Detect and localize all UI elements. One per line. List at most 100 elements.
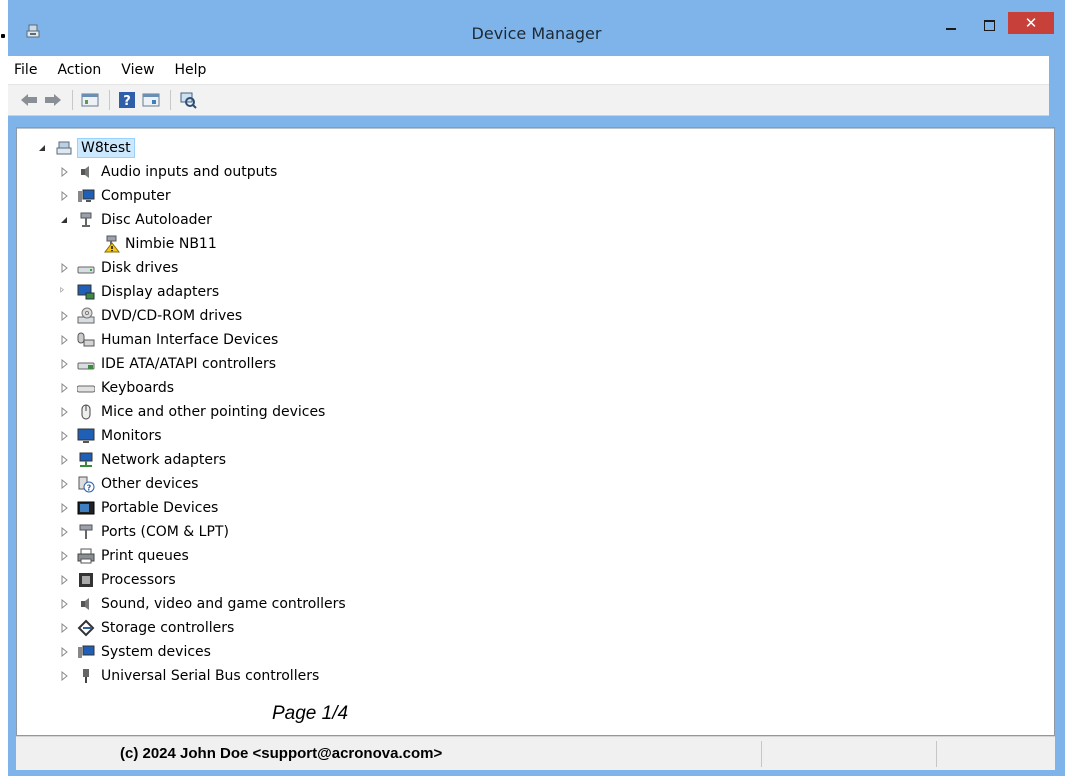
expand-triangle-icon[interactable] [59,575,69,585]
help-icon: ? [119,92,135,109]
monitor-icon [77,428,95,443]
expand-triangle-icon[interactable] [59,599,69,609]
help-button[interactable]: ? [116,89,138,111]
expand-triangle-icon[interactable] [59,623,69,633]
expand-triangle-icon[interactable] [59,479,69,489]
tree-node-other[interactable]: ? Other devices [17,472,1054,496]
keyboard-icon [77,385,95,393]
mouse-icon [81,404,91,420]
menu-help[interactable]: Help [175,62,207,78]
tree-node-keyboards[interactable]: Keyboards [17,376,1054,400]
tree-item-label: Display adapters [101,284,220,300]
ide-controller-icon [77,362,95,370]
tree-node-root[interactable]: W8test [17,136,1054,160]
tree-item-label: Audio inputs and outputs [101,164,278,180]
status-divider [761,741,762,767]
tree-node-usb[interactable]: Universal Serial Bus controllers [17,664,1054,688]
scan-hardware-button[interactable] [177,89,199,111]
display-adapter-icon [77,284,95,300]
menu-action[interactable]: Action [57,62,101,78]
tree-item-label: Ports (COM & LPT) [101,524,229,540]
svg-text:?: ? [87,484,92,493]
tree-node-dvd-drives[interactable]: DVD/CD-ROM drives [17,304,1054,328]
warning-device-icon [103,235,121,253]
unknown-device-icon: ? [78,476,95,493]
maximize-button[interactable] [974,14,1004,36]
tree-node-monitors[interactable]: Monitors [17,424,1054,448]
tree-node-ide[interactable]: IDE ATA/ATAPI controllers [17,352,1054,376]
back-button[interactable] [18,89,40,111]
computer-icon [78,189,95,202]
back-arrow-icon [21,94,37,106]
toolbar-separator [170,90,171,110]
expand-triangle-icon[interactable] [59,167,69,177]
tree-node-print-queues[interactable]: Print queues [17,544,1054,568]
toolbar-separator [109,90,110,110]
hid-icon [77,332,95,347]
title-bar[interactable]: Device Manager ✕ [8,0,1065,56]
tree-node-audio[interactable]: Audio inputs and outputs [17,160,1054,184]
minimize-button[interactable] [936,14,966,36]
tree-node-hid[interactable]: Human Interface Devices [17,328,1054,352]
tree-node-ports[interactable]: Ports (COM & LPT) [17,520,1054,544]
expand-triangle-icon[interactable] [59,191,69,201]
tree-item-label: Disk drives [101,260,179,276]
stray-dot [1,34,5,38]
network-adapter-icon [79,452,93,467]
tree-item-label: Disc Autoloader [101,212,212,228]
expand-triangle-icon[interactable] [59,383,69,393]
tree-node-network[interactable]: Network adapters [17,448,1054,472]
tree-item-label: Nimbie NB11 [125,236,217,252]
tree-node-display-adapters[interactable]: Display adapters [17,280,1054,304]
expand-triangle-icon[interactable] [59,671,69,681]
forward-button[interactable] [42,89,64,111]
device-tree-pane[interactable]: W8test Audio inputs and outputs Computer… [16,127,1055,736]
svg-text:?: ? [123,94,131,109]
expand-triangle-icon[interactable] [59,647,69,657]
expand-triangle-icon[interactable] [59,455,69,465]
close-button[interactable]: ✕ [1008,12,1054,34]
pane-header-line [17,128,1054,129]
printer-icon [77,548,95,564]
collapse-triangle-icon[interactable] [37,143,47,153]
expand-triangle-icon[interactable] [59,551,69,561]
status-divider [936,741,937,767]
menu-bar: File Action View Help [8,56,1049,84]
expand-triangle-icon[interactable] [59,263,69,273]
expand-triangle-icon[interactable] [59,287,69,297]
tree-node-mice[interactable]: Mice and other pointing devices [17,400,1054,424]
tree-node-system[interactable]: System devices [17,640,1054,664]
usb-plug-icon [80,212,92,227]
expand-triangle-icon[interactable] [59,431,69,441]
expand-triangle-icon[interactable] [59,311,69,321]
window-title: Device Manager [471,24,602,43]
tree-item-label: Computer [101,188,171,204]
tree-node-computer[interactable]: Computer [17,184,1054,208]
disk-drive-icon [77,266,95,274]
menu-file[interactable]: File [14,62,37,78]
expand-triangle-icon[interactable] [59,407,69,417]
speaker-icon [81,166,89,178]
menu-view[interactable]: View [121,62,154,78]
tree-item-label: Print queues [101,548,189,564]
expand-triangle-icon[interactable] [59,503,69,513]
expand-triangle-icon[interactable] [59,335,69,345]
tree-node-sound[interactable]: Sound, video and game controllers [17,592,1054,616]
tree-node-disk-drives[interactable]: Disk drives [17,256,1054,280]
tree-node-processors[interactable]: Processors [17,568,1054,592]
tree-item-label: Mice and other pointing devices [101,404,326,420]
update-driver-button[interactable] [140,89,162,111]
expand-triangle-icon[interactable] [59,527,69,537]
collapse-triangle-icon[interactable] [59,215,69,225]
tree-node-storage[interactable]: Storage controllers [17,616,1054,640]
properties-button[interactable] [79,89,101,111]
tree-node-nimbie[interactable]: Nimbie NB11 [17,232,1054,256]
expand-triangle-icon[interactable] [59,359,69,369]
dvd-drive-icon [77,307,95,324]
tree-node-portable[interactable]: Portable Devices [17,496,1054,520]
tree-node-disc-autoloader[interactable]: Disc Autoloader [17,208,1054,232]
toolbar: ? [8,84,1049,116]
tree-item-label: Storage controllers [101,620,235,636]
tree-item-label: Other devices [101,476,199,492]
sound-icon [81,598,89,610]
